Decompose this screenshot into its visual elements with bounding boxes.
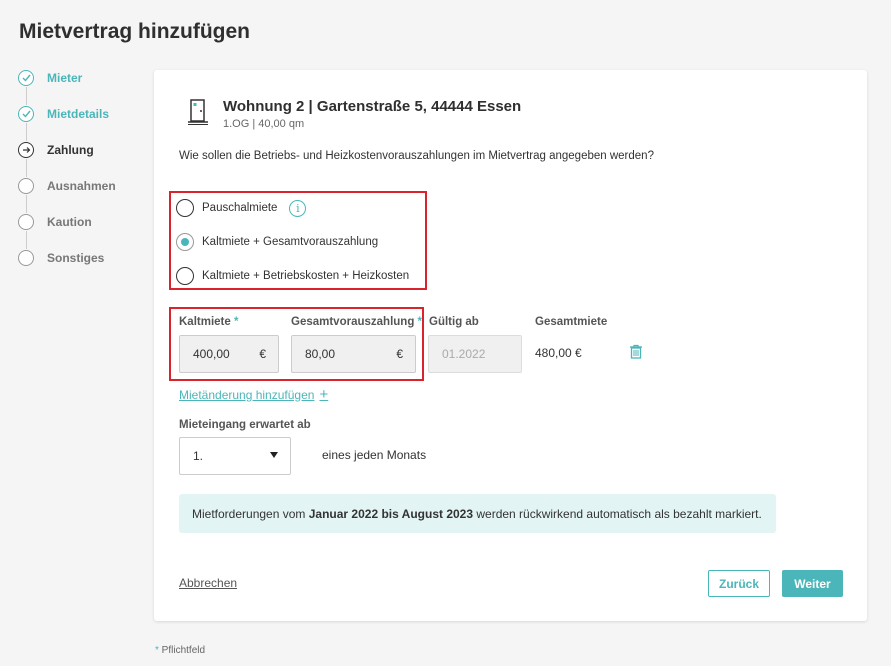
option-label: Kaltmiete + Gesamtvorauszahlung (202, 236, 379, 248)
step-connector (26, 231, 27, 249)
empty-circle-icon (18, 250, 34, 266)
step-mieter[interactable]: Mieter (18, 68, 82, 88)
info-notice: Mietforderungen vom Januar 2022 bis Augu… (179, 494, 776, 533)
option-label: Kaltmiete + Betriebskosten + Heizkosten (202, 270, 410, 282)
property-title: Wohnung 2 | Gartenstraße 5, 44444 Essen (223, 98, 522, 115)
property-subtitle: 1.OG | 40,00 qm (223, 118, 305, 130)
empty-circle-icon (18, 178, 34, 194)
door-icon (187, 98, 209, 131)
required-footnote: * Pflichtfeld (155, 645, 206, 656)
option-kaltmiete-gesamtvorauszahlung[interactable]: Kaltmiete + Gesamtvorauszahlung (176, 233, 378, 251)
back-button[interactable]: Zurück (708, 570, 770, 597)
payment-day-select[interactable]: 1. (179, 437, 291, 475)
page-title: Mietvertrag hinzufügen (19, 20, 251, 43)
check-icon (18, 70, 34, 86)
option-kaltmiete-betriebskosten-heizkosten[interactable]: Kaltmiete + Betriebskosten + Heizkosten (176, 267, 409, 285)
payment-expected-label: Mieteingang erwartet ab (179, 419, 311, 431)
step-label: Mieter (47, 71, 83, 85)
form-card: Wohnung 2 | Gartenstraße 5, 44444 Essen … (154, 70, 867, 621)
check-icon (18, 106, 34, 122)
step-connector (26, 123, 27, 141)
step-mietdetails[interactable]: Mietdetails (18, 104, 109, 124)
gueltig-ab-input: 01.2022 (428, 335, 522, 373)
payment-day-suffix: eines jeden Monats (322, 448, 427, 462)
plus-icon: + (319, 386, 329, 403)
arrow-right-icon (18, 142, 34, 158)
radio-button[interactable] (176, 267, 194, 285)
step-label: Mietdetails (47, 107, 110, 121)
add-rent-change-link[interactable]: Mietänderung hinzufügen + (179, 387, 328, 402)
step-label: Kaution (47, 215, 92, 229)
step-zahlung[interactable]: Zahlung (18, 140, 94, 160)
option-label: Pauschalmiete (202, 202, 278, 214)
radio-button[interactable] (176, 199, 194, 217)
step-connector (26, 195, 27, 213)
radio-button-selected[interactable] (176, 233, 194, 251)
info-icon[interactable]: i (289, 199, 307, 217)
payment-question: Wie sollen die Betriebs- und Heizkostenv… (179, 150, 654, 162)
step-sonstiges[interactable]: Sonstiges (18, 248, 104, 268)
next-button[interactable]: Weiter (782, 570, 843, 597)
gesamtvorauszahlung-input[interactable]: 80,00 € (291, 335, 416, 373)
gesamtvorauszahlung-label: Gesamtvorauszahlung * (291, 316, 423, 328)
option-pauschalmiete[interactable]: Pauschalmiete i (176, 199, 307, 217)
trash-icon[interactable] (629, 344, 643, 364)
gesamtmiete-value: 480,00 € (535, 346, 582, 360)
step-ausnahmen[interactable]: Ausnahmen (18, 176, 116, 196)
step-label: Sonstiges (47, 251, 105, 265)
gesamtmiete-label: Gesamtmiete (535, 316, 608, 328)
step-connector (26, 159, 27, 177)
step-label: Ausnahmen (47, 179, 116, 193)
step-label: Zahlung (47, 143, 94, 157)
kaltmiete-label: Kaltmiete * (179, 316, 239, 328)
kaltmiete-input[interactable]: 400,00 € (179, 335, 279, 373)
step-connector (26, 87, 27, 105)
step-kaution[interactable]: Kaution (18, 212, 92, 232)
gueltig-ab-label: Gültig ab (429, 316, 479, 328)
empty-circle-icon (18, 214, 34, 230)
cancel-link[interactable]: Abbrechen (179, 576, 237, 590)
caret-down-icon (270, 452, 278, 458)
